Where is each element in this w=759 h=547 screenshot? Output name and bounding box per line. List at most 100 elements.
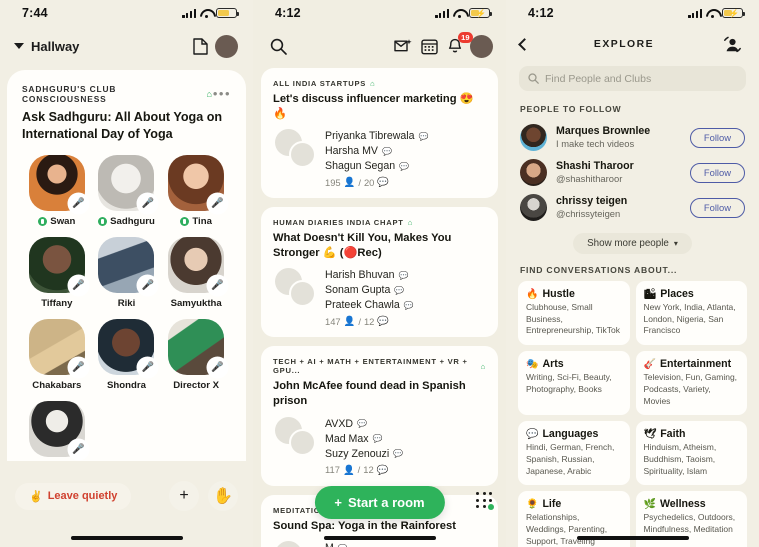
find-friends-icon[interactable] bbox=[719, 31, 745, 57]
person-avatar[interactable] bbox=[520, 124, 547, 151]
home-indicator bbox=[70, 536, 183, 540]
speaking-badge-icon: 💬 bbox=[398, 271, 409, 281]
feed-speaker-name: Suzy Zenouzi 💬 bbox=[325, 447, 404, 460]
plus-icon: + bbox=[334, 495, 343, 510]
participant[interactable]: 🎤 Tiffany bbox=[22, 237, 92, 309]
feed-speaker-name: Mad Max 💬 bbox=[325, 432, 383, 445]
calendar-icon[interactable] bbox=[416, 33, 442, 59]
search-input[interactable]: Find People and Clubs bbox=[519, 66, 746, 91]
participant-avatar[interactable]: 🎤 bbox=[168, 155, 228, 214]
people-grid-icon[interactable] bbox=[476, 492, 496, 512]
person-avatar[interactable] bbox=[520, 159, 547, 186]
feed-avatars bbox=[273, 541, 325, 547]
listener-count: 147 bbox=[325, 315, 341, 327]
show-more-people-button[interactable]: Show more people ▾ bbox=[573, 233, 692, 254]
feed-speaker-name: M💬 bbox=[325, 541, 486, 547]
feed-avatars bbox=[273, 268, 325, 310]
feed-speaker-name: Harish Bhuvan 💬 bbox=[325, 269, 409, 282]
hallway-feed-panel: 4:12 ⚡ 19 ALL INDIA STARTUPS ⌂ Let's discu… bbox=[253, 0, 506, 547]
participant-avatar[interactable]: 🎤 bbox=[168, 319, 228, 378]
category-title: 🌻 Life bbox=[526, 498, 562, 511]
feed-speaker-name: Prateek Chawla 💬 bbox=[325, 299, 414, 312]
room-feed-card[interactable]: ALL INDIA STARTUPS ⌂ Let's discuss influen… bbox=[261, 68, 498, 199]
room-feed-list[interactable]: ALL INDIA STARTUPS ⌂ Let's discuss influen… bbox=[261, 68, 498, 547]
category-emoji-icon: 🌻 bbox=[526, 498, 539, 510]
participant-avatar[interactable]: 🎤 bbox=[98, 237, 158, 296]
person-subtitle: @chrissyteigen bbox=[556, 208, 621, 219]
participant-avatar[interactable]: 🎤 bbox=[98, 319, 158, 378]
category-topics: Psychedelics, Outdoors, Mindfulness, Med… bbox=[643, 512, 736, 535]
category-card[interactable]: 🎸 Entertainment Television, Fun, Gaming, P… bbox=[635, 351, 747, 416]
participant[interactable]: 🎤 Tina bbox=[161, 155, 231, 227]
plus-icon[interactable]: + bbox=[169, 481, 199, 511]
category-card[interactable]: 🎭 Arts Writing, Sci-Fi, Beauty, Photograph… bbox=[518, 351, 630, 416]
participant-avatar[interactable]: 🎤 bbox=[28, 237, 88, 296]
feed-avatars bbox=[273, 129, 325, 171]
notification-badge: 19 bbox=[457, 32, 473, 44]
club-name: SADHGURU'S CLUB CONSCIOUSNESS ⌂ bbox=[22, 84, 213, 104]
participant-name: Tiffany bbox=[41, 298, 73, 310]
speech-bubble-icon: 💬 bbox=[377, 176, 390, 188]
speaker-badge-icon bbox=[38, 217, 48, 227]
participant[interactable]: 🎤 Director X bbox=[161, 319, 231, 391]
room-controls: ✌️ Leave quietly + ✋ bbox=[7, 469, 246, 523]
category-card[interactable]: 🔥 Hustle Clubhouse, Small Business, Entrep… bbox=[518, 281, 630, 346]
participant-avatar[interactable]: 🎤 bbox=[28, 401, 88, 460]
participant-avatar[interactable]: 🎤 bbox=[168, 237, 228, 296]
room-more-icon[interactable]: ••• bbox=[213, 87, 231, 100]
participant[interactable]: 🎤 Samyuktha bbox=[161, 237, 231, 309]
search-icon bbox=[528, 73, 539, 84]
house-icon: ⌂ bbox=[480, 361, 486, 371]
feed-speaker-name: AVXD 💬 bbox=[325, 417, 368, 430]
person-name: Shashi Tharoor bbox=[556, 159, 634, 172]
category-title: 🏙 Places bbox=[643, 288, 694, 300]
category-card[interactable]: 🏙 Places New York, India, Atlanta, London,… bbox=[635, 281, 747, 346]
participant[interactable]: 🎤 Sadhguru bbox=[92, 155, 162, 227]
person-avatar[interactable] bbox=[520, 194, 547, 221]
speaker-badge-icon bbox=[98, 217, 108, 227]
participant[interactable]: 🎤 Riki bbox=[92, 237, 162, 309]
room-feed-card[interactable]: HUMAN DIARIES INDIA CHAPT ⌂ What Doesn't K… bbox=[261, 207, 498, 338]
participant[interactable]: 🎤 Chakabars bbox=[22, 319, 92, 391]
participants-grid: 🎤 Swan 🎤 Sadhguru 🎤 Tina 🎤 Tiffany 🎤 Riki 🎤 Samyukt… bbox=[22, 155, 231, 461]
participant[interactable]: 🎤 Swan bbox=[22, 155, 92, 227]
follow-button[interactable]: Follow bbox=[689, 197, 745, 218]
home-indicator bbox=[576, 536, 689, 540]
document-icon[interactable] bbox=[187, 33, 213, 59]
raise-hand-icon[interactable]: ✋ bbox=[208, 481, 238, 511]
speaker-count: 12 bbox=[363, 464, 374, 476]
room-feed-card[interactable]: TECH + AI + MATH + ENTERTAINMENT + VR + … bbox=[261, 346, 498, 486]
category-card[interactable]: 🕊 Faith Hinduism, Atheism, Buddhism, Taois… bbox=[635, 421, 747, 486]
feed-speaker-name: Sonam Gupta 💬 bbox=[325, 284, 405, 297]
start-a-room-button[interactable]: + Start a room bbox=[314, 486, 445, 519]
invite-envelope-icon[interactable] bbox=[390, 33, 416, 59]
status-time: 7:44 bbox=[22, 6, 48, 20]
hallway-selector[interactable]: Hallway bbox=[14, 39, 79, 54]
category-title: 🎸 Entertainment bbox=[643, 358, 732, 371]
follow-button[interactable]: Follow bbox=[689, 162, 745, 183]
notification-bell-icon[interactable]: 19 bbox=[442, 32, 473, 59]
person-to-follow-row[interactable]: Marques Brownlee I make tech videos Follow bbox=[506, 120, 759, 155]
status-bar-left: 7:44 bbox=[0, 0, 253, 26]
follow-button[interactable]: Follow bbox=[689, 127, 745, 148]
speaker-count: 20 bbox=[363, 176, 375, 188]
category-topics: Hinduism, Atheism, Buddhism, Taoism, Spi… bbox=[643, 442, 717, 476]
person-to-follow-row[interactable]: chrissy teigen @chrissyteigen Follow bbox=[506, 190, 759, 225]
speaking-badge-icon: 💬 bbox=[338, 543, 348, 547]
category-card[interactable]: 💬 Languages Hindi, German, French, Spanish… bbox=[518, 421, 630, 486]
participant[interactable]: 🎤Drue bbox=[22, 401, 92, 461]
search-icon[interactable] bbox=[265, 33, 291, 59]
status-bar-right: 4:12 ⚡ bbox=[506, 0, 759, 26]
participant-avatar[interactable]: 🎤 bbox=[28, 155, 88, 214]
house-icon: ⌂ bbox=[370, 79, 376, 88]
profile-avatar[interactable] bbox=[213, 33, 239, 59]
cellular-signal-icon bbox=[688, 8, 702, 18]
leave-quietly-button[interactable]: ✌️ Leave quietly bbox=[15, 482, 132, 510]
participant[interactable]: 🎤 Shondra bbox=[92, 319, 162, 391]
feed-club-name: HUMAN DIARIES INDIA CHAPT ⌂ bbox=[273, 218, 414, 228]
participant-avatar[interactable]: 🎤 bbox=[28, 319, 88, 378]
people-to-follow-list: Marques Brownlee I make tech videos Follow… bbox=[506, 120, 759, 225]
person-to-follow-row[interactable]: Shashi Tharoor @shashitharoor Follow bbox=[506, 155, 759, 190]
participant-avatar[interactable]: 🎤 bbox=[98, 155, 158, 214]
speaker-count: 12 bbox=[363, 315, 375, 327]
